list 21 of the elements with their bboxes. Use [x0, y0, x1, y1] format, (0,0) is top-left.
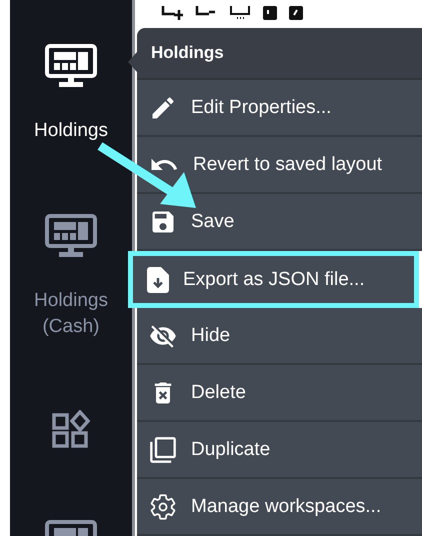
- add-window-icon: [161, 6, 183, 20]
- file-download-icon: [147, 266, 169, 292]
- menu-item[interactable]: Save: [137, 194, 422, 251]
- settings-icon: [149, 492, 177, 520]
- document-icon: [289, 6, 303, 20]
- menu-item[interactable]: Duplicate: [137, 422, 422, 479]
- monitor-icon: [45, 214, 97, 258]
- menu-item[interactable]: Manage workspaces...: [137, 479, 422, 536]
- menu-item[interactable]: Hide: [137, 308, 422, 365]
- sidebar-item[interactable]: Holdings: [16, 44, 126, 144]
- menu-item[interactable]: Revert to saved layout: [137, 137, 422, 194]
- sidebar-item[interactable]: Holdings (Cash): [16, 214, 126, 340]
- monitor-icon: [45, 44, 97, 88]
- menu-item[interactable]: Edit Properties...: [137, 80, 422, 137]
- menu-item[interactable]: Delete: [137, 365, 422, 422]
- menu-item[interactable]: Export as JSON file...: [128, 251, 419, 308]
- menu-title: Holdings: [137, 28, 422, 80]
- document-icon: [263, 6, 277, 20]
- window-more-icon: [229, 6, 251, 20]
- widgets-icon: [51, 410, 91, 450]
- copy-icon: [149, 436, 177, 464]
